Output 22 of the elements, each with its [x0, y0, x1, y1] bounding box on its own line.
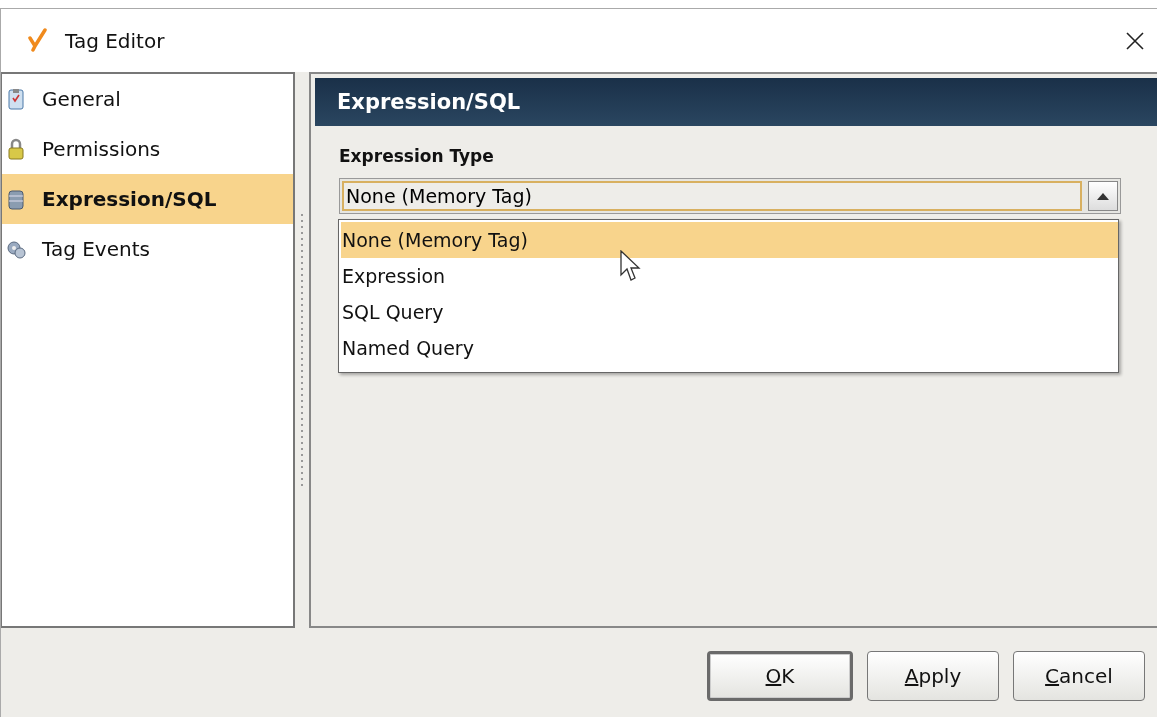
- database-icon: [6, 188, 26, 210]
- cancel-button[interactable]: Cancel: [1013, 650, 1145, 701]
- dropdown-option[interactable]: None (Memory Tag): [341, 222, 1118, 258]
- sidebar-item[interactable]: Permissions: [2, 124, 293, 174]
- sidebar-item[interactable]: Expression/SQL: [2, 174, 293, 224]
- close-icon[interactable]: [1125, 30, 1145, 51]
- expression-type-dropdown[interactable]: None (Memory Tag): [342, 181, 1082, 211]
- panel-header: Expression/SQL: [315, 78, 1157, 126]
- dropdown-option[interactable]: Named Query: [341, 330, 1118, 366]
- dropdown-toggle-button[interactable]: [1088, 181, 1118, 211]
- dropdown-option[interactable]: Expression: [341, 258, 1118, 294]
- window-title: Tag Editor: [65, 28, 166, 53]
- clipboard-icon: [6, 88, 26, 110]
- sidebar-item[interactable]: Tag Events: [2, 224, 293, 274]
- field-label: Expression Type: [339, 146, 495, 166]
- cursor-icon: [620, 250, 642, 284]
- ok-button[interactable]: OK: [707, 650, 853, 701]
- dropdown-option[interactable]: SQL Query: [341, 294, 1118, 330]
- caret-up-icon: [1097, 192, 1109, 200]
- apply-button[interactable]: Apply: [867, 650, 999, 701]
- padlock-icon: [6, 138, 26, 160]
- sidebar-item[interactable]: General: [2, 74, 293, 124]
